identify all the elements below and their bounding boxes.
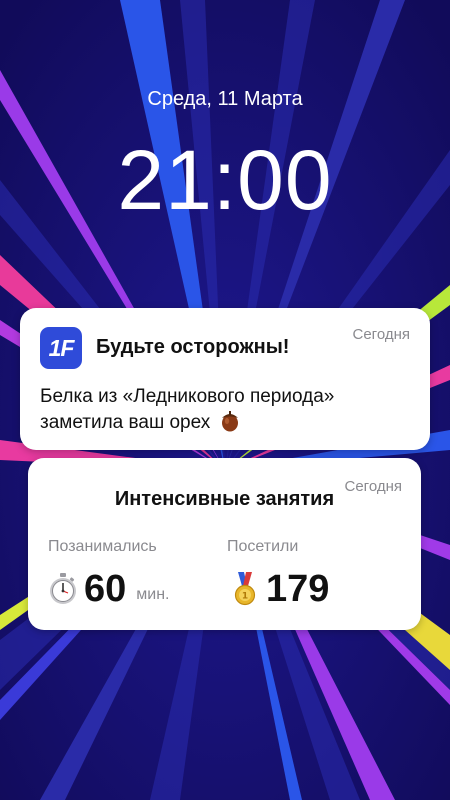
app-icon: 1F — [40, 327, 82, 369]
notification-body: Белка из «Ледникового периода» заметила … — [40, 386, 335, 433]
stat-value-visits: 179 — [266, 567, 330, 610]
stat-visits: 1 179 — [230, 565, 329, 613]
stat-minutes: 60 мин. — [48, 565, 170, 613]
notification-card[interactable]: 1F Будьте осторожны! Сегодня Белка из «Л… — [20, 308, 430, 450]
stopwatch-icon — [50, 573, 76, 604]
stat-label-visits: Посетили — [227, 538, 299, 555]
notification-body-wrap: Белка из «Ледникового периода» заметила … — [40, 384, 410, 436]
acorn-icon — [221, 411, 238, 432]
svg-text:1: 1 — [242, 592, 248, 602]
notification-timestamp: Сегодня — [352, 326, 411, 343]
widget-timestamp: Сегодня — [344, 478, 403, 495]
medal-icon: 1 — [234, 572, 256, 606]
stat-label-minutes: Позанимались — [48, 538, 157, 555]
activity-widget[interactable]: Интенсивные занятия Сегодня Позанимались… — [28, 458, 421, 630]
notification-title: Будьте осторожны! — [96, 336, 290, 358]
stat-value-minutes: 60 — [84, 567, 127, 610]
stat-unit-minutes: мин. — [136, 586, 170, 603]
lockscreen-clock: 21:00 — [117, 133, 333, 227]
lockscreen-date: Среда, 11 Марта — [147, 88, 303, 110]
